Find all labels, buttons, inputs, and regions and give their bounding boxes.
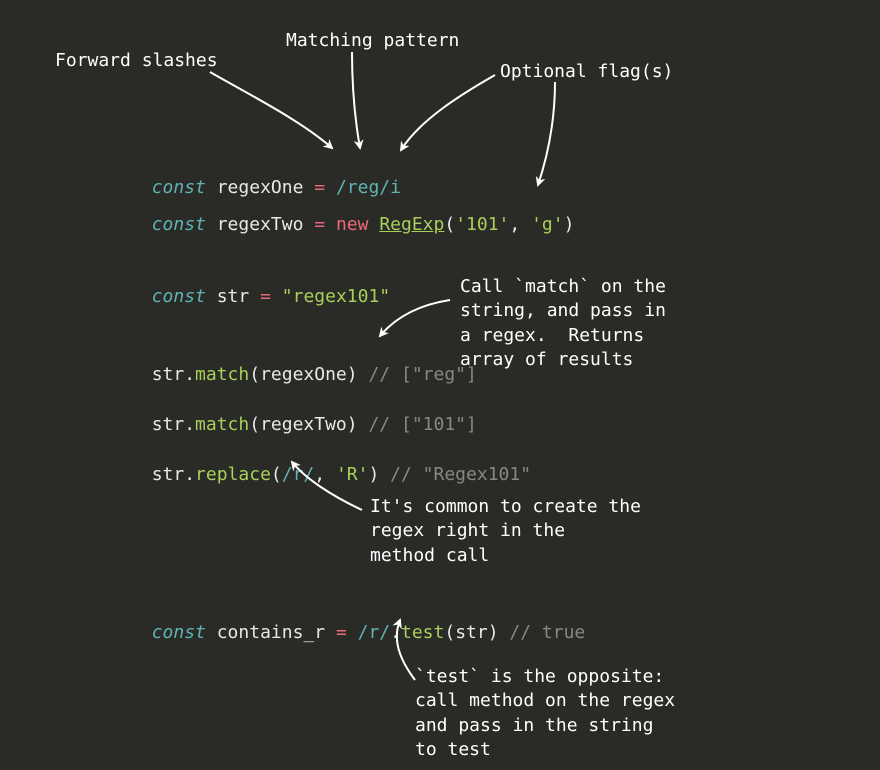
code-line-3: const str = "regex101": [130, 262, 390, 309]
str-101: '101': [455, 214, 509, 235]
method-match: match: [195, 364, 249, 385]
ident-regexOne: regexOne: [260, 364, 347, 385]
label-test-note: `test` is the opposite: call method on t…: [415, 665, 675, 762]
method-test: test: [401, 622, 444, 643]
arrow-forward-slashes: [210, 72, 332, 148]
ident-str: str: [152, 364, 185, 385]
eq: =: [336, 622, 347, 643]
str-g: 'g': [531, 214, 564, 235]
code-line-4: str.match(regexOne) // ["reg"]: [130, 340, 477, 387]
comment-101: // ["101"]: [368, 414, 476, 435]
class-RegExp: RegExp: [379, 214, 444, 235]
lparen: (: [444, 214, 455, 235]
label-matching-pattern: Matching pattern: [286, 29, 459, 53]
const-kw: const: [152, 622, 206, 643]
comma: ,: [314, 464, 336, 485]
rparen: ): [347, 414, 358, 435]
method-replace: replace: [195, 464, 271, 485]
new-kw: new: [336, 214, 369, 235]
eq: =: [314, 214, 325, 235]
arrow-matching-pattern: [352, 52, 360, 148]
arrow-match-note: [380, 300, 450, 336]
ident-regexTwo: regexTwo: [260, 414, 347, 435]
code-line-7: const contains_r = /r/.test(str) // true: [130, 598, 585, 645]
const-kw: const: [152, 214, 206, 235]
arrow-optional-flag-i: [401, 75, 495, 150]
dot: .: [184, 414, 195, 435]
ident-str: str: [217, 286, 250, 307]
label-optional-flags: Optional flag(s): [500, 60, 673, 84]
ident-regexTwo: regexTwo: [217, 214, 304, 235]
comment-reg: // ["reg"]: [368, 364, 476, 385]
comma: ,: [509, 214, 531, 235]
code-line-6: str.replace(/r/, 'R') // "Regex101": [130, 440, 531, 487]
rparen: ): [347, 364, 358, 385]
lparen: (: [249, 414, 260, 435]
method-match: match: [195, 414, 249, 435]
eq: =: [260, 286, 271, 307]
regex-r: /r/: [282, 464, 315, 485]
rparen: ): [564, 214, 575, 235]
lparen: (: [271, 464, 282, 485]
label-forward-slashes: Forward slashes: [55, 49, 218, 73]
comment-true: // true: [509, 622, 585, 643]
dot: .: [184, 464, 195, 485]
lparen: (: [444, 622, 455, 643]
label-inline-note: It's common to create the regex right in…: [370, 495, 641, 568]
arrow-optional-flag-g: [538, 82, 555, 185]
const-kw: const: [152, 286, 206, 307]
ident-contains_r: contains_r: [217, 622, 325, 643]
code-line-5: str.match(regexTwo) // ["101"]: [130, 390, 477, 437]
str-regex101: "regex101": [282, 286, 390, 307]
str-R: 'R': [336, 464, 369, 485]
ident-str: str: [455, 622, 488, 643]
comment-Regex101: // "Regex101": [390, 464, 531, 485]
code-line-2: const regexTwo = new RegExp('101', 'g'): [130, 190, 574, 237]
rparen: ): [368, 464, 379, 485]
dot: .: [390, 622, 401, 643]
rparen: ): [488, 622, 499, 643]
lparen: (: [249, 364, 260, 385]
label-match-note: Call `match` on the string, and pass in …: [460, 275, 666, 372]
ident-str: str: [152, 464, 185, 485]
ident-str: str: [152, 414, 185, 435]
regex-r2: /r/: [358, 622, 391, 643]
dot: .: [184, 364, 195, 385]
